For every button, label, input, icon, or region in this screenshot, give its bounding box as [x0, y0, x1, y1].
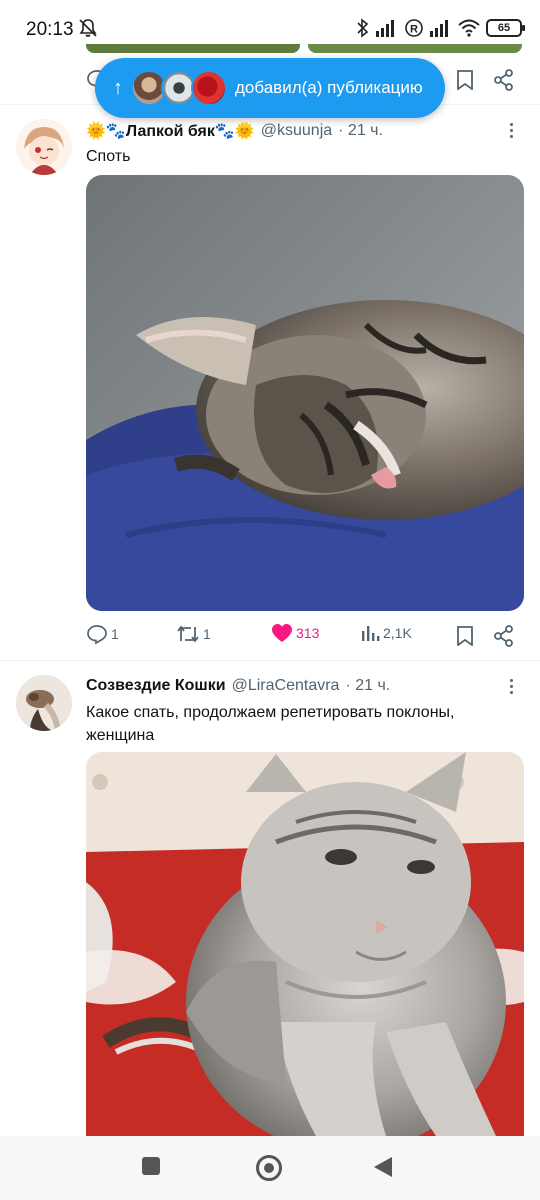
like-count: 313: [296, 625, 320, 641]
new-posts-label: добавил(а) публикацию: [235, 78, 423, 97]
handle[interactable]: @ksuunja: [261, 122, 332, 140]
tweet-actions: 1 1 313 2,1K: [86, 623, 526, 653]
status-icons: R 65: [356, 18, 525, 38]
tweet-text: Споть: [86, 148, 131, 165]
tweet[interactable]: 🌞🐾Лапкой бяк🐾🌞 @ksuunja · 21 ч. Споть 1 …: [0, 105, 540, 660]
views-count: 2,1K: [383, 625, 412, 641]
signal-icon: [376, 20, 394, 37]
timestamp[interactable]: · 21 ч.: [338, 122, 383, 140]
avatar[interactable]: [16, 675, 72, 731]
more-options-icon[interactable]: [510, 123, 514, 141]
retweet-count: 1: [203, 626, 211, 642]
bookmark-icon[interactable]: [456, 70, 474, 90]
avatar[interactable]: [16, 119, 72, 175]
timestamp[interactable]: · 21 ч.: [345, 677, 390, 695]
tweet-text: Какое спать, продолжаем репетировать пок…: [86, 704, 455, 744]
system-nav-bar: [0, 1136, 540, 1200]
views-icon: [362, 626, 380, 641]
bookmark-icon[interactable]: [456, 626, 474, 646]
previous-media-strip-left: [86, 44, 300, 53]
retweet-button[interactable]: 1: [176, 623, 211, 645]
heart-filled-icon: [272, 624, 292, 642]
battery-indicator: 65: [486, 19, 525, 37]
share-icon[interactable]: [494, 625, 514, 647]
more-options-icon[interactable]: [510, 679, 514, 697]
sleeping-kitten-photo: [86, 175, 524, 611]
tweet[interactable]: Созвездие Кошки @LiraCentavra · 21 ч. Ка…: [0, 661, 540, 1136]
tweet-media[interactable]: [86, 175, 524, 611]
pill-avatar-3: [191, 70, 227, 106]
views-button[interactable]: 2,1K: [360, 623, 412, 643]
status-time: 20:13: [26, 19, 74, 40]
reply-count: 1: [111, 626, 119, 642]
display-name[interactable]: 🌞🐾Лапкой бяк🐾🌞: [86, 121, 255, 141]
svg-text:R: R: [410, 24, 418, 36]
previous-media-strip-right: [308, 44, 522, 53]
reply-icon: [87, 625, 107, 645]
muted-bell-icon: [78, 18, 98, 43]
bluetooth-icon: [357, 18, 369, 38]
home-button[interactable]: [255, 1154, 283, 1182]
handle[interactable]: @LiraCentavra: [232, 677, 340, 695]
arrow-up-icon: ↑: [113, 76, 123, 99]
silver-cat-photo: [86, 752, 524, 1136]
like-button[interactable]: 313: [271, 623, 319, 643]
display-name[interactable]: Созвездие Кошки: [86, 677, 226, 695]
signal-icon-2: [430, 20, 448, 37]
pill-avatars: [131, 68, 231, 108]
back-button[interactable]: [372, 1155, 394, 1179]
wifi-icon: [458, 19, 480, 37]
tweet-header: 🌞🐾Лапкой бяк🐾🌞 @ksuunja · 21 ч.: [86, 121, 383, 141]
status-bar: 20:13 R 65: [0, 0, 540, 44]
share-icon[interactable]: [494, 69, 514, 91]
roaming-icon: R: [405, 19, 423, 37]
recent-apps-button[interactable]: [141, 1156, 161, 1176]
tweet-media[interactable]: [86, 752, 524, 1136]
retweet-icon: [177, 625, 199, 643]
reply-button[interactable]: 1: [86, 623, 119, 645]
tweet-header: Созвездие Кошки @LiraCentavra · 21 ч.: [86, 677, 390, 695]
